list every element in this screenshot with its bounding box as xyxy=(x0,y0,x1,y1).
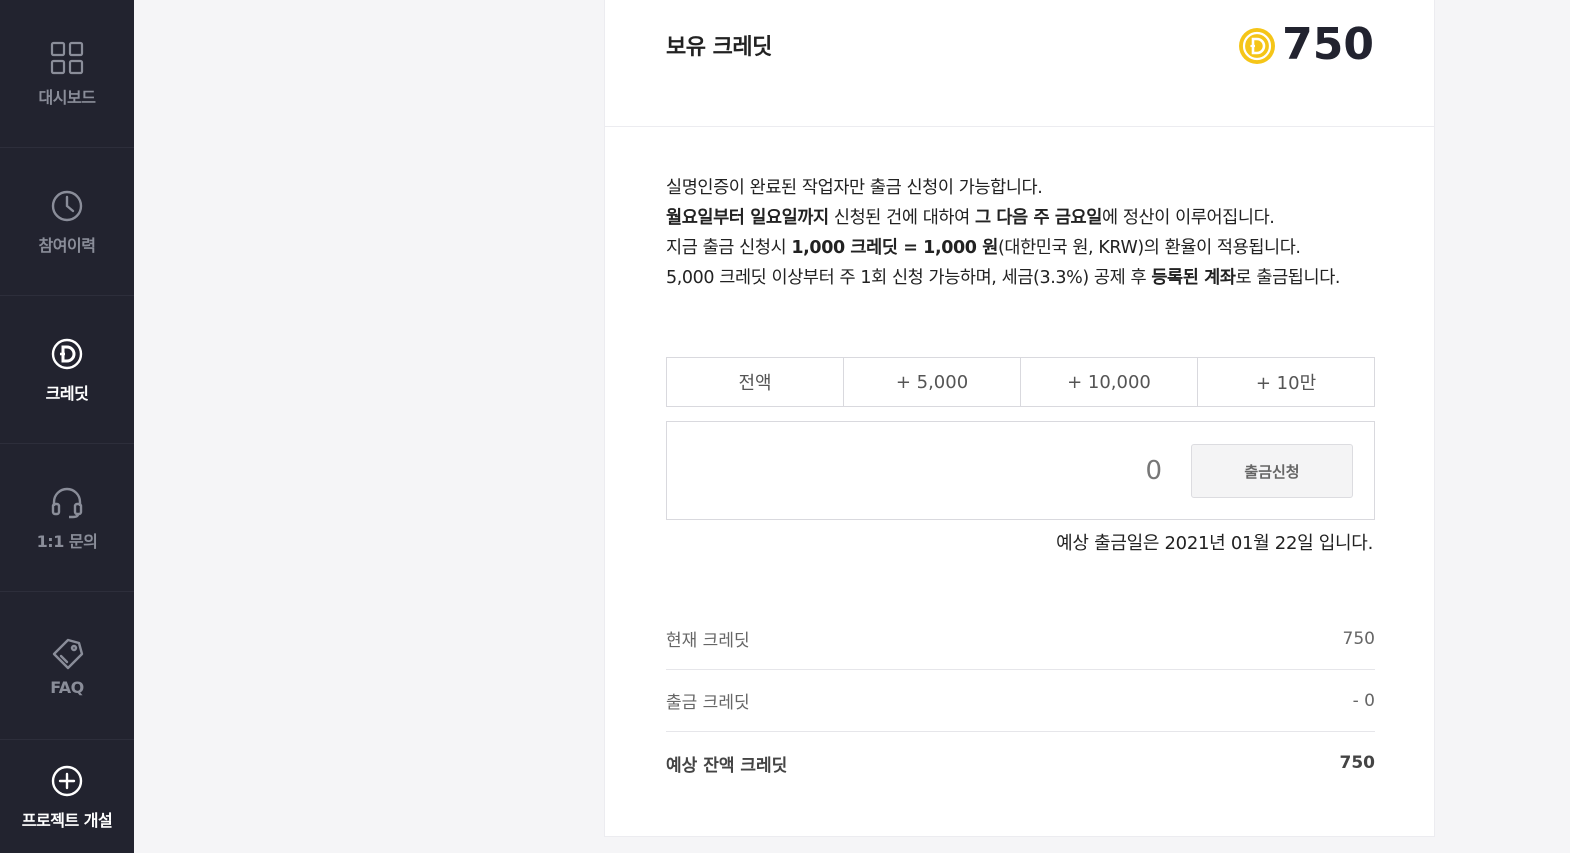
clock-icon xyxy=(51,190,83,221)
quick-amount-buttons: 전액 + 5,000 + 10,000 + 10만 xyxy=(666,357,1375,407)
expected-withdraw-date: 예상 출금일은 2021년 01월 22일 입니다. xyxy=(1056,533,1373,554)
coin-icon xyxy=(1239,28,1275,64)
summary-row-withdraw: 출금 크레딧 - 0 xyxy=(666,670,1375,732)
quick-amount-100000-button[interactable]: + 10만 xyxy=(1198,358,1374,406)
faq-tag-icon xyxy=(52,638,84,670)
sidebar-item-history[interactable]: 참여이력 xyxy=(0,148,134,296)
page-title: 보유 크레딧 xyxy=(666,35,772,60)
sidebar-item-label: 1:1 문의 xyxy=(36,531,98,551)
sidebar-item-dashboard[interactable]: 대시보드 xyxy=(0,0,134,148)
summary-label: 출금 크레딧 xyxy=(666,693,750,713)
sidebar-item-label: 참여이력 xyxy=(38,235,96,255)
sidebar-item-label: FAQ xyxy=(50,678,84,697)
notice-line: 지금 출금 신청시 1,000 크레딧 = 1,000 원(대한민국 원, KR… xyxy=(666,238,1301,258)
sidebar-item-label: 프로젝트 개설 xyxy=(21,810,113,830)
grid-icon xyxy=(50,41,84,74)
summary-row-expected-balance: 예상 잔액 크레딧 750 xyxy=(666,732,1375,794)
sidebar-item-create-project[interactable]: 프로젝트 개설 xyxy=(0,740,134,853)
notice-line: 실명인증이 완료된 작업자만 출금 신청이 가능합니다. xyxy=(666,178,1043,198)
credit-card: 보유 크레딧 750 실명인증이 완료된 작업자만 출금 신청이 가능합니다. … xyxy=(604,0,1435,837)
sidebar-item-faq[interactable]: FAQ xyxy=(0,592,134,740)
quick-amount-10000-button[interactable]: + 10,000 xyxy=(1021,358,1198,406)
withdraw-amount-input[interactable]: 0 xyxy=(1145,456,1162,486)
credit-header: 보유 크레딧 750 xyxy=(605,0,1434,127)
notice-line: 5,000 크레딧 이상부터 주 1회 신청 가능하며, 세금(3.3%) 공제… xyxy=(666,268,1341,288)
withdraw-amount-box: 0 출금신청 xyxy=(666,421,1375,520)
sidebar-item-inquiry[interactable]: 1:1 문의 xyxy=(0,444,134,592)
credit-balance: 750 xyxy=(1282,19,1374,70)
sidebar-item-label: 크레딧 xyxy=(45,383,89,403)
sidebar-item-label: 대시보드 xyxy=(38,87,96,107)
summary-value: 750 xyxy=(1342,628,1375,649)
summary-label: 현재 크레딧 xyxy=(666,631,750,651)
withdraw-notice: 실명인증이 완료된 작업자만 출금 신청이 가능합니다. 월요일부터 일요일까지… xyxy=(666,173,1378,293)
quick-amount-all-button[interactable]: 전액 xyxy=(667,358,844,406)
notice-line: 월요일부터 일요일까지 신청된 건에 대하여 그 다음 주 금요일에 정산이 이… xyxy=(666,208,1275,228)
plus-circle-icon xyxy=(51,765,83,796)
summary-label: 예상 잔액 크레딧 xyxy=(666,755,788,776)
sidebar-item-credit[interactable]: 크레딧 xyxy=(0,296,134,444)
summary-value: - 0 xyxy=(1352,690,1375,711)
credit-coin-icon xyxy=(51,338,83,369)
summary-row-current: 현재 크레딧 750 xyxy=(666,608,1375,670)
summary-value: 750 xyxy=(1339,753,1376,773)
withdraw-request-button[interactable]: 출금신청 xyxy=(1191,444,1353,498)
quick-amount-5000-button[interactable]: + 5,000 xyxy=(844,358,1021,406)
headset-icon xyxy=(51,487,83,518)
sidebar: 대시보드 참여이력 크레딧 1:1 문의 FAQ 프로젝트 개설 xyxy=(0,0,134,853)
